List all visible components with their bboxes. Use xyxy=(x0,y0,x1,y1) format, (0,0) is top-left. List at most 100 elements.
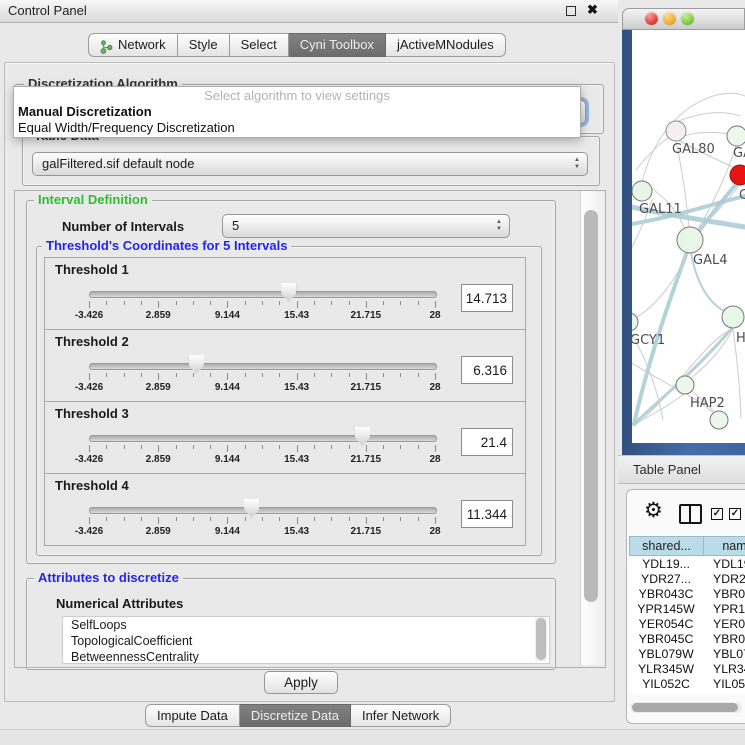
network-node[interactable] xyxy=(722,306,744,328)
slider-tick xyxy=(331,445,332,449)
slider-track[interactable] xyxy=(89,291,437,298)
dropdown-item-manual-discretization[interactable]: Manual Discretization xyxy=(14,104,580,120)
slider-tick xyxy=(383,517,384,521)
slider-track[interactable] xyxy=(89,507,437,514)
network-node[interactable] xyxy=(632,313,638,331)
combobox-arrows-icon: ▲▼ xyxy=(574,157,580,171)
table-data-value: galFiltered.sif default node xyxy=(42,156,194,171)
slider-thumb[interactable] xyxy=(355,427,370,446)
network-node[interactable] xyxy=(677,227,703,253)
slider-tick-label: -3.426 xyxy=(75,382,103,393)
table-row[interactable]: YDL19... YDL19... xyxy=(629,557,745,572)
number-of-intervals-label: Number of Intervals xyxy=(62,219,184,234)
attribute-item[interactable]: TopologicalCoefficient xyxy=(63,633,549,649)
threshold-value-field[interactable]: 6.316 xyxy=(461,356,513,384)
table-row[interactable]: YDR27... YDR27... xyxy=(629,572,745,587)
shared-name-cell: YDL19... xyxy=(629,557,703,572)
slider-tick xyxy=(400,517,401,521)
bottom-strip xyxy=(0,729,745,745)
slider-tick xyxy=(227,373,228,380)
network-node[interactable] xyxy=(666,121,686,141)
tab-infer-network[interactable]: Infer Network xyxy=(351,704,451,727)
screen: Control Panel ✖ Network Style Select Cyn… xyxy=(0,0,745,745)
slider-tick xyxy=(141,517,142,521)
shared-name-cell: YBR045C xyxy=(629,632,703,647)
threshold-label: Threshold 1 xyxy=(55,262,129,277)
network-node[interactable] xyxy=(676,376,694,394)
table-row[interactable]: YER054C YER054C xyxy=(629,617,745,632)
attribute-item[interactable]: BetweennessCentrality xyxy=(63,649,549,664)
gear-icon[interactable]: ⚙ xyxy=(644,500,663,522)
slider-tick xyxy=(349,373,350,377)
attributes-scrollbar-thumb[interactable] xyxy=(536,618,546,660)
name-cell: YBL079W xyxy=(703,647,745,662)
slider-thumb[interactable] xyxy=(189,355,204,374)
slider-tick-label: 21.715 xyxy=(351,310,382,321)
slider-tick xyxy=(245,301,246,305)
tab-select[interactable]: Select xyxy=(230,33,289,57)
slider-tick xyxy=(383,445,384,449)
network-node[interactable] xyxy=(710,411,728,429)
attribute-item[interactable]: SelfLoops xyxy=(63,617,549,633)
network-view-canvas[interactable]: GAL80GACGAL11GAL4GCY1HHAP2 xyxy=(632,30,745,443)
threshold-value-field[interactable]: 11.344 xyxy=(461,500,513,528)
slider-tick xyxy=(435,445,436,452)
threshold-row: Threshold 2 6.316 -3.4262.8599.14415.432… xyxy=(44,329,526,402)
slider-tick xyxy=(262,517,263,521)
table-row[interactable]: YBL079W YBL079W xyxy=(629,647,745,662)
tab-jactivemnodules[interactable]: jActiveMNodules xyxy=(386,33,506,57)
slider-tick xyxy=(210,517,211,521)
table-row[interactable]: YBR043C YBR043C xyxy=(629,587,745,602)
close-icon[interactable]: ✖ xyxy=(587,2,598,18)
horizontal-scrollbar-thumb[interactable] xyxy=(632,703,738,712)
threshold-value-field[interactable]: 14.713 xyxy=(461,284,513,312)
table-row[interactable]: YLR345W YLR345W xyxy=(629,662,745,677)
slider-thumb[interactable] xyxy=(281,283,296,302)
table-data-combobox[interactable]: galFiltered.sif default node ▲▼ xyxy=(32,152,588,176)
threshold-value-field[interactable]: 21.4 xyxy=(461,428,513,456)
node-label: GAL4 xyxy=(693,253,727,268)
split-columns-icon[interactable] xyxy=(679,504,702,524)
network-edge[interactable] xyxy=(698,146,736,229)
column-header-shared-name[interactable]: shared... xyxy=(629,536,704,556)
attributes-group-title: Attributes to discretize xyxy=(34,571,183,585)
slider-tick xyxy=(227,301,228,308)
checkbox-icon[interactable]: ✓ xyxy=(729,508,741,520)
column-header-name[interactable]: name xyxy=(703,536,745,556)
network-edge[interactable] xyxy=(684,132,728,136)
network-node[interactable] xyxy=(727,126,745,146)
checkbox-icon[interactable]: ✓ xyxy=(711,508,723,520)
network-edge[interactable] xyxy=(676,113,740,122)
table-row[interactable]: YIL052C YIL052C xyxy=(629,677,745,692)
tab-discretize-data[interactable]: Discretize Data xyxy=(240,704,351,727)
network-icon xyxy=(100,38,113,52)
float-window-icon[interactable] xyxy=(566,6,576,16)
slider-track[interactable] xyxy=(89,363,437,370)
network-node[interactable] xyxy=(730,165,745,185)
slider-track[interactable] xyxy=(89,435,437,442)
node-label: GCY1 xyxy=(632,333,665,348)
apply-button[interactable]: Apply xyxy=(264,671,338,694)
dropdown-placeholder-item[interactable]: Select algorithm to view settings xyxy=(14,88,580,104)
table-row[interactable]: YPR145W YPR145W xyxy=(629,602,745,617)
network-node[interactable] xyxy=(632,181,652,201)
minimize-traffic-light-icon[interactable] xyxy=(663,12,676,25)
tab-style[interactable]: Style xyxy=(178,33,230,57)
network-edge[interactable] xyxy=(637,252,688,317)
slider-tick xyxy=(279,373,280,377)
table-row[interactable]: YBR045C YBR045C xyxy=(629,632,745,647)
numerical-attributes-list[interactable]: SelfLoopsTopologicalCoefficientBetweenne… xyxy=(62,616,550,664)
tab-impute-data[interactable]: Impute Data xyxy=(145,704,240,727)
slider-tick xyxy=(331,517,332,521)
tab-cyni-toolbox[interactable]: Cyni Toolbox xyxy=(289,33,386,57)
dropdown-item-equal-width-frequency[interactable]: Equal Width/Frequency Discretization xyxy=(14,120,580,136)
node-label: HAP2 xyxy=(690,396,725,411)
tab-network[interactable]: Network xyxy=(88,33,178,57)
close-traffic-light-icon[interactable] xyxy=(645,12,658,25)
slider-tick xyxy=(210,301,211,305)
vertical-scrollbar-thumb[interactable] xyxy=(584,210,598,602)
number-of-intervals-spinner[interactable]: 5 ▲▼ xyxy=(222,214,510,238)
slider-thumb[interactable] xyxy=(244,499,259,518)
zoom-traffic-light-icon[interactable] xyxy=(681,12,694,25)
node-label: GA xyxy=(733,146,745,161)
